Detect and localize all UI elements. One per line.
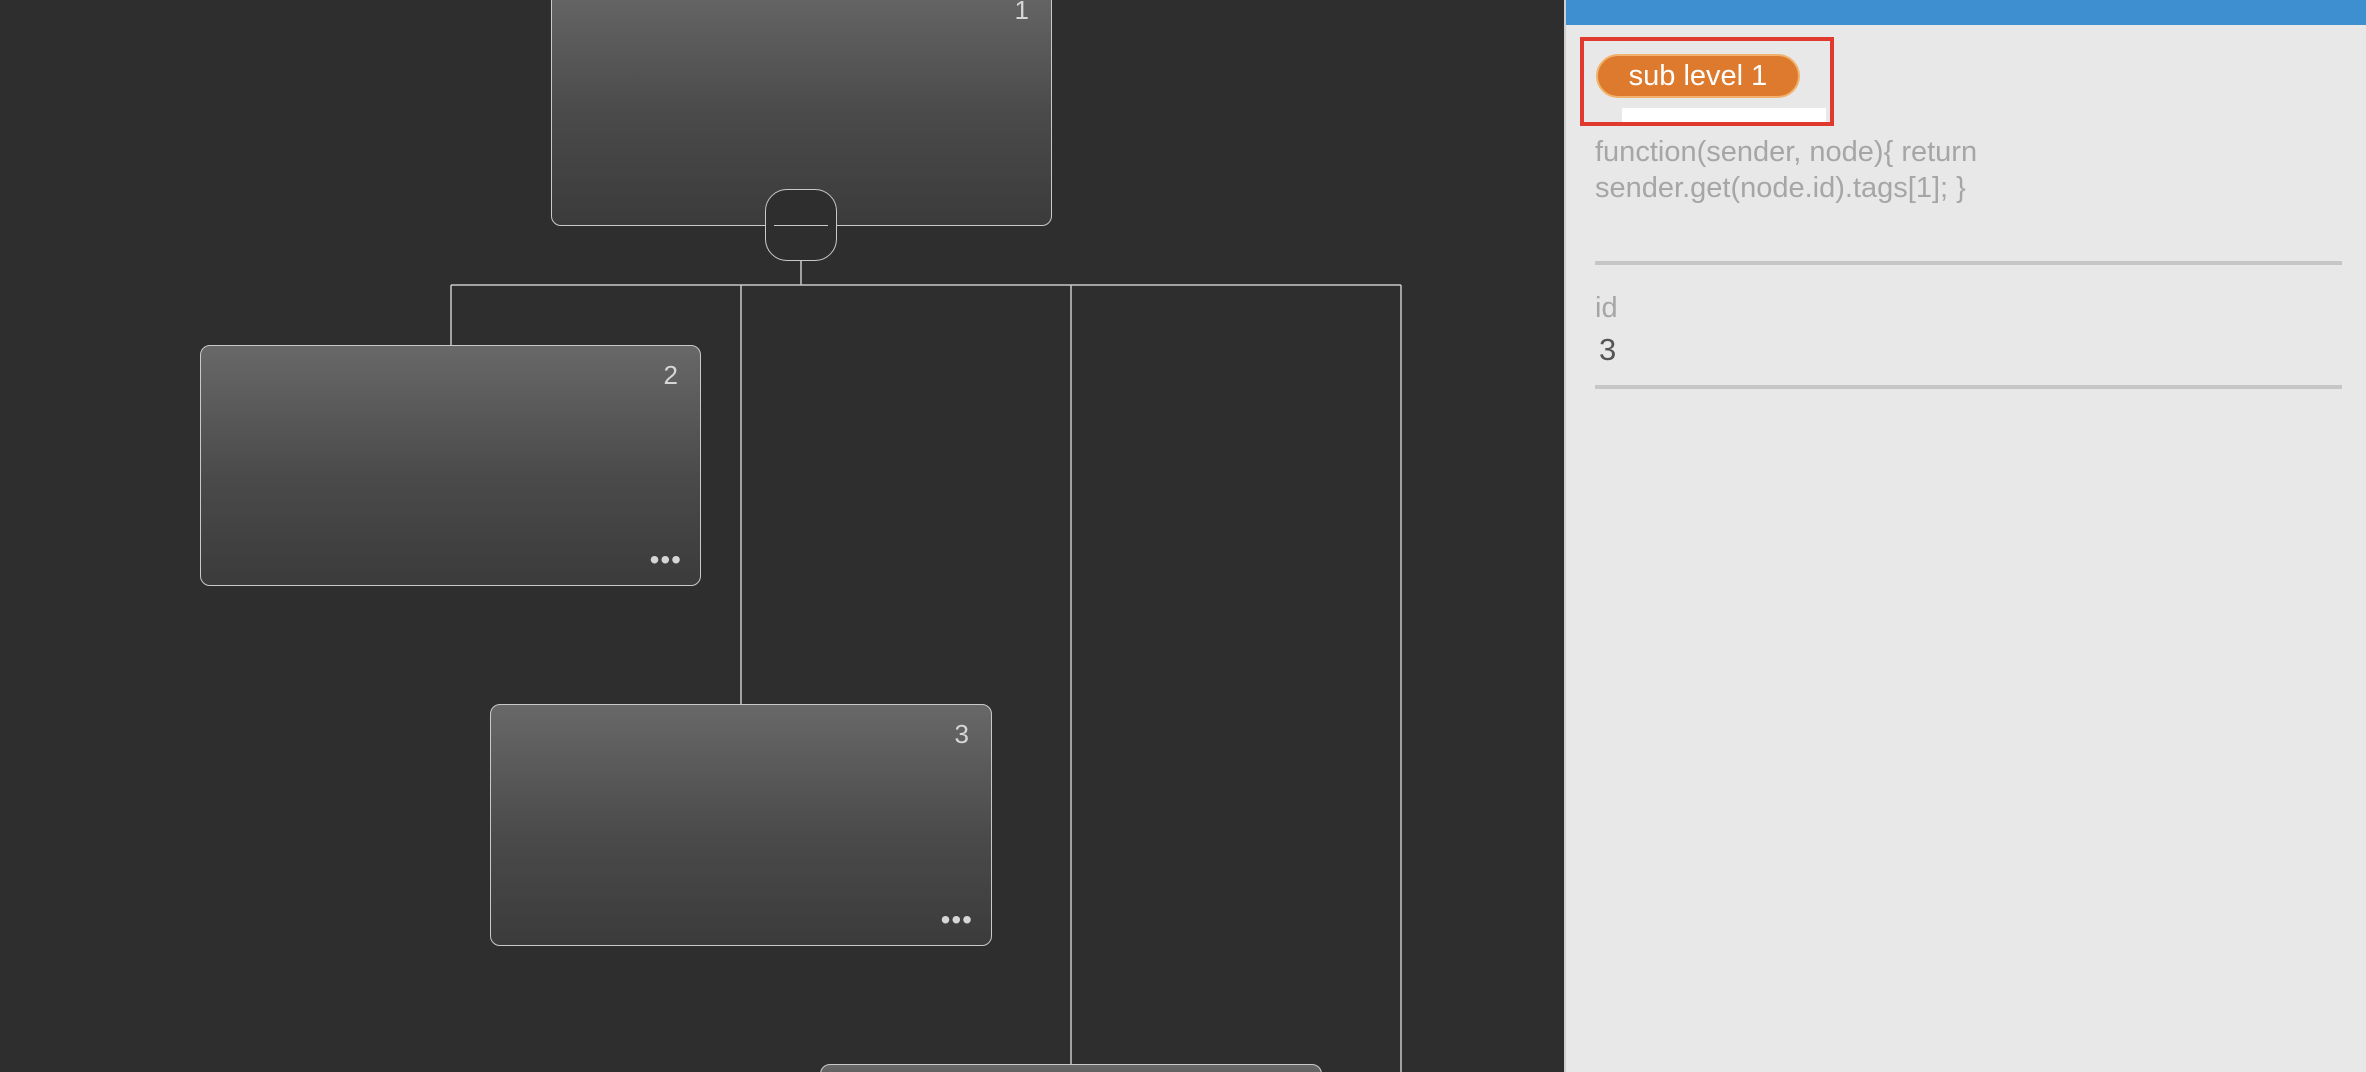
node-label: 3	[954, 719, 969, 749]
edit-form-panel: sub level 1 function(sender, node){ retu…	[1564, 0, 2366, 1072]
divider	[1595, 261, 2342, 265]
org-node-3[interactable]: 3 •••	[490, 704, 992, 946]
minus-icon	[774, 225, 828, 226]
binding-expression: function(sender, node){ return sender.ge…	[1595, 136, 1978, 204]
node-label: 2	[663, 360, 678, 390]
tag-input[interactable]	[1622, 108, 1826, 122]
collapse-button[interactable]	[765, 189, 837, 261]
tag-chip[interactable]: sub level 1	[1596, 54, 1800, 98]
ellipsis-icon[interactable]: •••	[650, 546, 682, 574]
node-label: 1	[1014, 0, 1029, 25]
ellipsis-icon[interactable]: •••	[941, 906, 973, 934]
org-chart-canvas[interactable]: 1 2 ••• 3 •••	[0, 0, 1564, 1072]
tag-selector-highlight: sub level 1	[1580, 37, 1834, 126]
id-field-label: id	[1595, 292, 1618, 324]
org-node-2[interactable]: 2 •••	[200, 345, 701, 586]
org-node-4-partial[interactable]	[820, 1064, 1322, 1072]
id-field-input[interactable]	[1595, 330, 2339, 370]
divider	[1595, 385, 2342, 389]
panel-header	[1566, 0, 2366, 25]
